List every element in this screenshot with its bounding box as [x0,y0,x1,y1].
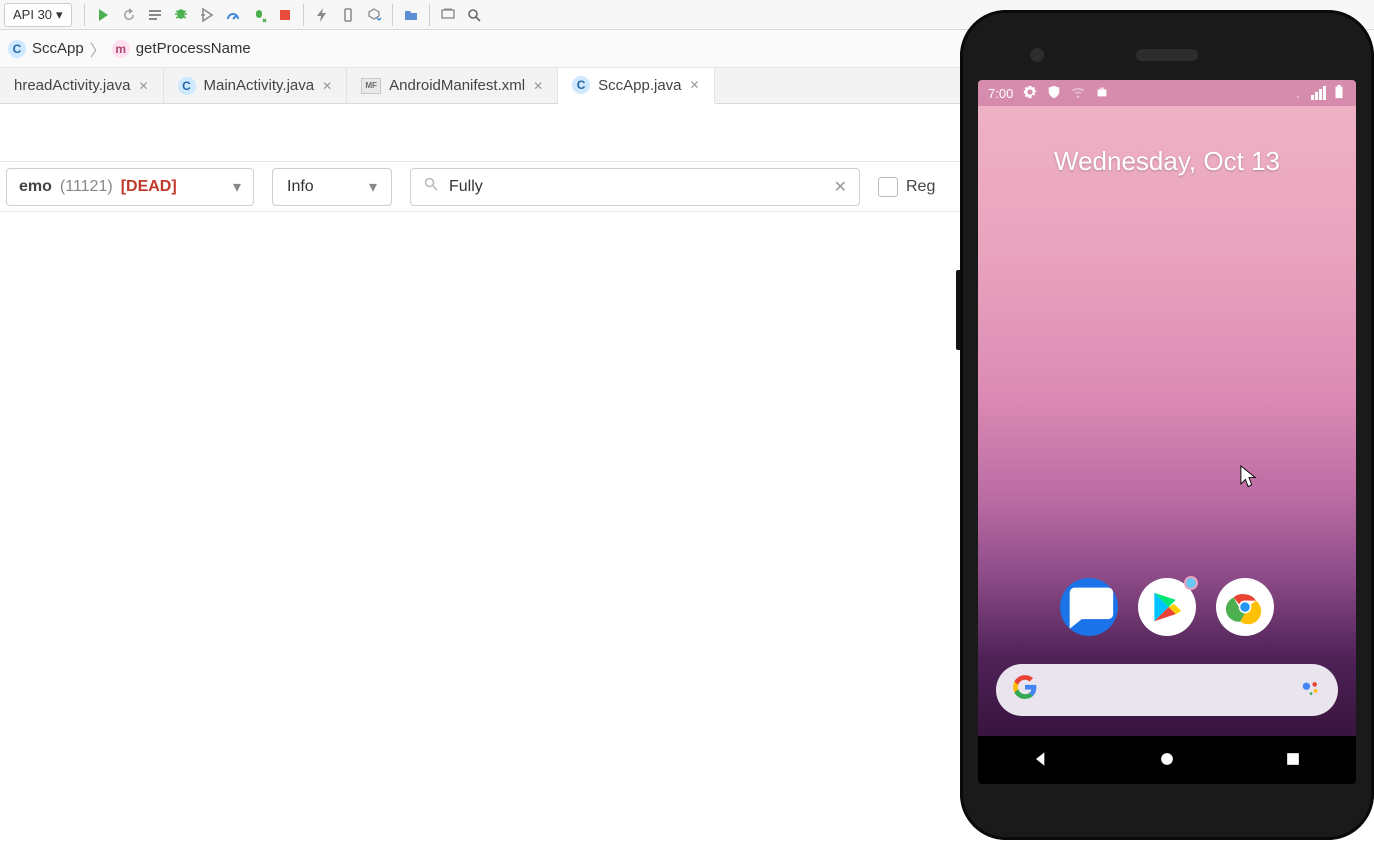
phone-camera [1030,48,1044,62]
google-logo-icon [1012,674,1038,707]
phone-icon [340,7,356,23]
recents-button[interactable] [1283,749,1303,772]
gear-icon [1023,85,1037,102]
tab-label: MainActivity.java [204,77,315,94]
toolbar-separator [392,4,393,26]
process-status: [DEAD] [121,178,177,196]
tab-sccapp[interactable]: C SccApp.java ✕ [558,68,714,104]
regex-checkbox[interactable]: Reg [878,177,935,197]
log-search-value: Fully [449,178,483,196]
rerun-icon [121,7,137,23]
wifi-off-icon [1291,85,1305,102]
breadcrumb-member[interactable]: getProcessName [136,40,251,57]
wifi-icon [1071,85,1085,102]
class-file-icon: C [178,77,196,95]
system-nav-bar [978,736,1356,784]
search-icon [466,7,482,23]
tab-mainactivity[interactable]: C MainActivity.java ✕ [164,68,348,103]
briefcase-icon [1095,85,1109,102]
device-selector[interactable]: API 30 ▾ [4,3,72,27]
breadcrumb-app[interactable]: SccApp [32,40,84,57]
toolbar-separator [303,4,304,26]
rerun-button[interactable] [117,3,141,27]
list-icon [147,7,163,23]
layout-inspector-button[interactable] [436,3,460,27]
manifest-file-icon: MF [361,78,381,94]
search-icon [423,176,439,197]
app-dock [978,578,1356,650]
cube-down-icon [366,7,382,23]
lightning-icon [314,7,330,23]
process-selector[interactable]: emo (11121) [DEAD] ▾ [6,168,254,206]
battery-icon [1332,85,1346,102]
sync-project-button[interactable] [399,3,423,27]
tab-hreadactivity[interactable]: hreadActivity.java ✕ [0,68,164,103]
play-store-app-icon[interactable] [1138,578,1196,636]
bug-icon [173,7,189,23]
method-badge-icon: m [112,40,130,58]
play-icon [95,7,111,23]
coverage-icon [199,7,215,23]
chevron-right-icon: 〉 [90,37,106,61]
toolbar-separator [84,4,85,26]
chevron-down-icon: ▾ [56,7,63,23]
tab-label: AndroidManifest.xml [389,77,525,94]
log-search-input[interactable]: Fully ✕ [410,168,860,206]
toolbar-separator [429,4,430,26]
google-search-bar[interactable] [996,664,1338,716]
shield-icon [1047,85,1061,102]
phone-earpiece [1136,49,1198,61]
close-icon[interactable]: ✕ [322,79,332,93]
apply-changes-button[interactable] [310,3,334,27]
tab-label: SccApp.java [598,77,681,94]
screen-icon [440,7,456,23]
device-select-label: API 30 [13,7,52,22]
date-widget[interactable]: Wednesday, Oct 13 [978,146,1356,177]
phone-screen[interactable]: 7:00 [978,80,1356,784]
folder-sync-icon [403,7,419,23]
class-badge-icon: C [8,40,26,58]
assistant-icon[interactable] [1300,678,1322,703]
tab-label: hreadActivity.java [14,77,130,94]
gauge-icon [225,7,241,23]
class-file-icon: C [572,76,590,94]
debug-button[interactable] [169,3,193,27]
tab-manifest[interactable]: MF AndroidManifest.xml ✕ [347,68,558,103]
mouse-cursor-icon [1240,465,1258,491]
close-icon[interactable]: ✕ [690,78,700,92]
phone-frame: 7:00 [960,10,1374,840]
run-button[interactable] [91,3,115,27]
chrome-app-icon[interactable] [1216,578,1274,636]
run-config-button[interactable] [143,3,167,27]
profiler-button[interactable] [221,3,245,27]
coverage-button[interactable] [195,3,219,27]
stop-icon [277,7,293,23]
back-button[interactable] [1031,749,1051,772]
signal-icon [1311,86,1326,100]
close-icon[interactable]: ✕ [138,79,148,93]
regex-label: Reg [906,178,935,196]
messages-app-icon[interactable] [1060,578,1118,636]
checkbox-box-icon [878,177,898,197]
chevron-down-icon: ▾ [369,177,377,197]
chevron-down-icon: ▾ [233,177,241,197]
close-icon[interactable]: ✕ [533,79,543,93]
process-pid: (11121) [60,178,113,196]
log-level-selector[interactable]: Info ▾ [272,168,392,206]
attach-debugger-button[interactable] [247,3,271,27]
emulator-window: 7:00 [960,10,1374,840]
notification-badge-icon [1184,576,1198,590]
process-name: emo [19,178,52,196]
home-button[interactable] [1157,749,1177,772]
status-time: 7:00 [988,86,1013,101]
status-bar: 7:00 [978,80,1356,106]
bug-attach-icon [251,7,267,23]
clear-icon[interactable]: ✕ [834,177,847,197]
search-everywhere-button[interactable] [462,3,486,27]
sdk-manager-button[interactable] [362,3,386,27]
device-manager-button[interactable] [336,3,360,27]
stop-button[interactable] [273,3,297,27]
log-level-label: Info [287,178,314,196]
